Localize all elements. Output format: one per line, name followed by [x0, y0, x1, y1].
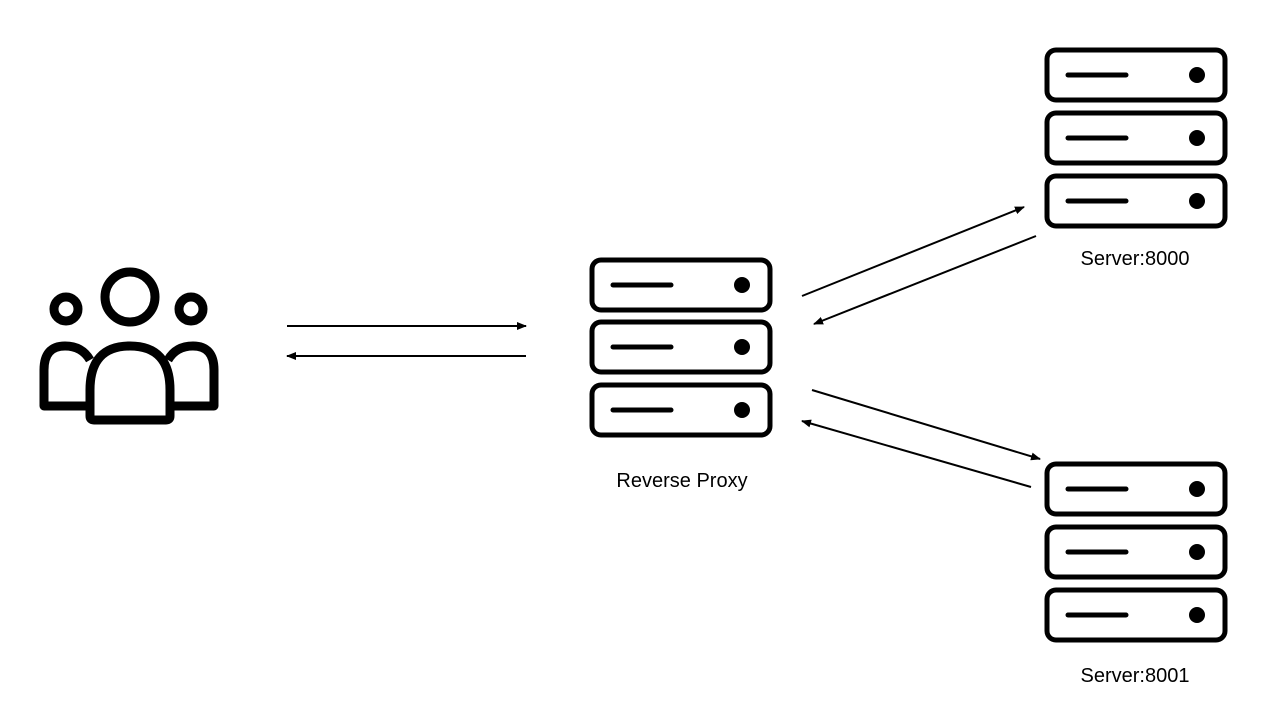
- arrow-proxy-to-server-8000: [801, 206, 1025, 297]
- arrow-server-8001-to-proxy: [801, 419, 1032, 488]
- server-unit-icon: [1044, 461, 1228, 517]
- status-led-icon: [1189, 130, 1205, 146]
- status-led-icon: [1189, 544, 1205, 560]
- proxy-label: Reverse Proxy: [616, 470, 747, 492]
- server-unit-icon: [1044, 47, 1228, 103]
- diagram-canvas: Reverse Proxy Server:8000 Server:8001: [0, 0, 1280, 726]
- server-8000-stack: [1044, 47, 1228, 229]
- diagram-svg: Reverse Proxy Server:8000 Server:8001: [39, 47, 1228, 687]
- arrow-server-8000-to-proxy: [813, 235, 1037, 325]
- server-unit-icon: [589, 382, 773, 438]
- status-led-icon: [1189, 481, 1205, 497]
- status-led-icon: [734, 277, 750, 293]
- status-led-icon: [1189, 67, 1205, 83]
- arrow-proxy-to-server-8001: [811, 389, 1041, 461]
- status-led-icon: [734, 339, 750, 355]
- status-led-icon: [1189, 193, 1205, 209]
- status-led-icon: [1189, 607, 1205, 623]
- server-unit-icon: [1044, 524, 1228, 580]
- server-8001-stack: [1044, 461, 1228, 643]
- status-led-icon: [734, 402, 750, 418]
- proxy-server-stack: [589, 257, 773, 438]
- server-unit-icon: [589, 257, 773, 313]
- server-unit-icon: [1044, 110, 1228, 166]
- server-8001-label: Server:8001: [1081, 665, 1190, 687]
- server-unit-icon: [1044, 173, 1228, 229]
- server-8000-label: Server:8000: [1081, 248, 1190, 270]
- users-icon: [39, 267, 219, 425]
- server-unit-icon: [589, 319, 773, 375]
- server-unit-icon: [1044, 587, 1228, 643]
